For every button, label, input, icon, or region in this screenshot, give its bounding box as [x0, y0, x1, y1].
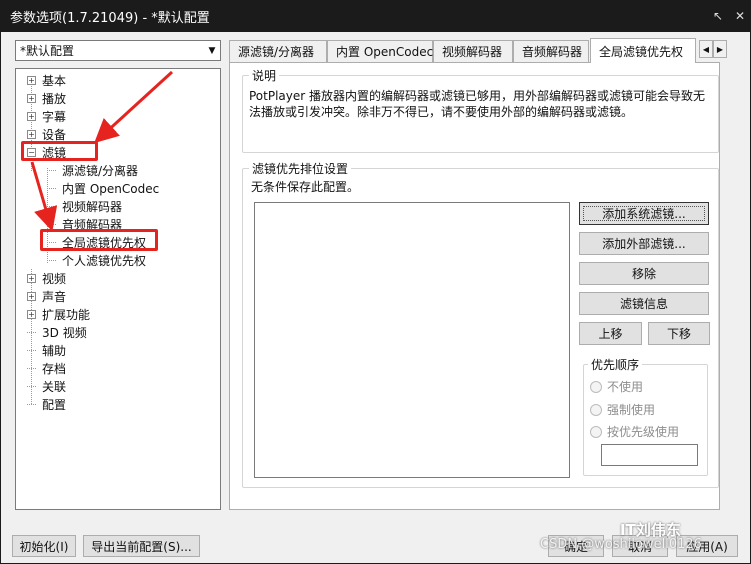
tree-item-source-filter[interactable]: 源滤镜/分离器	[47, 161, 138, 179]
close-icon[interactable]: ✕	[729, 9, 751, 23]
button-label: 初始化(I)	[19, 539, 69, 554]
tab-label: 音频解码器	[522, 45, 583, 59]
filter-list[interactable]	[254, 202, 570, 478]
tree-item-label: 源滤镜/分离器	[62, 163, 139, 178]
tree-item-assist[interactable]: 辅助	[27, 341, 66, 359]
annotation-box-global-priority	[40, 229, 158, 251]
tree-item-audio[interactable]: + 声音	[27, 287, 66, 305]
tree-item-label: 关联	[42, 379, 67, 394]
tab-label: 视频解码器	[442, 45, 503, 59]
chevron-right-icon[interactable]: ▶	[713, 40, 727, 58]
expand-icon[interactable]: +	[27, 273, 36, 283]
tree-item-label: 辅助	[42, 343, 67, 358]
add-system-filter-button[interactable]: 添加系统滤镜...	[579, 202, 709, 225]
tree-item-label: 内置 OpenCodec	[62, 181, 160, 196]
radio-icon[interactable]	[590, 403, 602, 416]
tree-item-video[interactable]: + 视频	[27, 269, 66, 287]
tree-item-extensions[interactable]: + 扩展功能	[27, 305, 90, 323]
filter-info-button[interactable]: 滤镜信息	[579, 292, 709, 315]
radio-label: 强制使用	[607, 403, 656, 417]
add-external-filter-button[interactable]: 添加外部滤镜...	[579, 232, 709, 255]
preset-dropdown[interactable]: *默认配置 ▼	[15, 40, 221, 61]
tree-item-basic[interactable]: + 基本	[27, 71, 66, 89]
tree-item-archive[interactable]: 存档	[27, 359, 66, 377]
tab-audio-decoder[interactable]: 音频解码器	[513, 40, 589, 62]
button-label: 导出当前配置(S)...	[91, 539, 192, 554]
expand-icon[interactable]: +	[27, 75, 36, 85]
chevron-down-icon[interactable]: ▼	[204, 46, 220, 56]
export-config-button[interactable]: 导出当前配置(S)...	[83, 535, 200, 557]
expand-icon[interactable]: +	[27, 309, 36, 319]
radio-use-by-priority[interactable]: 按优先级使用	[590, 423, 679, 440]
radio-label: 不使用	[607, 380, 644, 394]
chevron-left-icon[interactable]: ◀	[699, 40, 713, 58]
tree-item-label: 个人滤镜优先权	[62, 253, 147, 268]
tree-item-personal-filter-priority[interactable]: 个人滤镜优先权	[47, 251, 146, 269]
pin-icon[interactable]: ↖	[707, 9, 729, 23]
tree-item-label: 字幕	[42, 109, 67, 124]
tree-item-label: 设备	[42, 127, 67, 142]
tab-opencodec[interactable]: 内置 OpenCodec	[327, 40, 433, 62]
watermark-credit: CSDN @woshilowell0126	[540, 537, 702, 552]
tree-item-label: 播放	[42, 91, 67, 106]
tree-item-label: 3D 视频	[42, 325, 87, 340]
description-text: PotPlayer 播放器内置的编解码器或滤镜已够用，用外部编解码器或滤镜可能会…	[249, 89, 706, 119]
tree-item-label: 基本	[42, 73, 67, 88]
move-down-button[interactable]: 下移	[648, 322, 710, 345]
priority-value-field[interactable]	[601, 444, 698, 466]
tab-label: 内置 OpenCodec	[336, 45, 434, 59]
expand-icon[interactable]: +	[27, 93, 36, 103]
title-bar: 参数选项(1.7.21049) - *默认配置 ↖ ✕	[0, 0, 751, 32]
radio-icon[interactable]	[590, 380, 602, 393]
tree-item-label: 配置	[42, 397, 67, 412]
tree-item-config[interactable]: 配置	[27, 395, 66, 413]
settings-tree[interactable]: + 基本 + 播放 + 字幕 + 设备 − 滤镜 源滤镜/分离器 内置 OpenCodec…	[15, 68, 221, 510]
button-label: 添加系统滤镜...	[602, 207, 686, 221]
tab-strip: 源滤镜/分离器 内置 OpenCodec 视频解码器 音频解码器 全局滤镜优先权…	[229, 38, 727, 63]
button-label: 添加外部滤镜...	[602, 237, 686, 251]
tab-label: 全局滤镜优先权	[599, 44, 684, 59]
priority-note: 无条件保存此配置。	[251, 180, 360, 194]
tree-item-label: 存档	[42, 361, 67, 376]
priority-order-title: 优先顺序	[588, 356, 643, 373]
initialize-button[interactable]: 初始化(I)	[12, 535, 76, 557]
window-title: 参数选项(1.7.21049) - *默认配置	[10, 10, 210, 26]
button-label: 移除	[631, 267, 656, 281]
tree-item-label: 视频解码器	[62, 199, 123, 214]
tab-source-filter[interactable]: 源滤镜/分离器	[229, 40, 327, 62]
remove-button[interactable]: 移除	[579, 262, 709, 285]
tree-item-label: 扩展功能	[42, 307, 91, 322]
tab-global-filter-priority[interactable]: 全局滤镜优先权	[590, 38, 696, 63]
button-label: 下移	[666, 327, 691, 341]
priority-title: 滤镜优先排位设置	[249, 160, 352, 177]
tree-item-label: 视频	[42, 271, 67, 286]
annotation-box-filters	[21, 141, 98, 161]
tab-video-decoder[interactable]: 视频解码器	[433, 40, 513, 62]
button-label: 上移	[598, 327, 623, 341]
tree-item-association[interactable]: 关联	[27, 377, 66, 395]
tree-item-subtitles[interactable]: + 字幕	[27, 107, 66, 125]
expand-icon[interactable]: +	[27, 129, 36, 139]
radio-icon[interactable]	[590, 425, 602, 438]
tree-item-opencodec[interactable]: 内置 OpenCodec	[47, 179, 159, 197]
expand-icon[interactable]: +	[27, 291, 36, 301]
tab-label: 源滤镜/分离器	[238, 45, 315, 59]
radio-label: 按优先级使用	[607, 425, 680, 439]
radio-force-use[interactable]: 强制使用	[590, 401, 655, 418]
tree-item-3d-video[interactable]: 3D 视频	[27, 323, 87, 341]
tree-item-label: 声音	[42, 289, 67, 304]
radio-not-use[interactable]: 不使用	[590, 378, 643, 395]
description-title: 说明	[249, 67, 280, 84]
button-label: 滤镜信息	[619, 297, 668, 311]
tree-item-playback[interactable]: + 播放	[27, 89, 66, 107]
expand-icon[interactable]: +	[27, 111, 36, 121]
move-up-button[interactable]: 上移	[579, 322, 642, 345]
preset-value: *默认配置	[20, 44, 75, 58]
tree-item-video-decoder[interactable]: 视频解码器	[47, 197, 122, 215]
